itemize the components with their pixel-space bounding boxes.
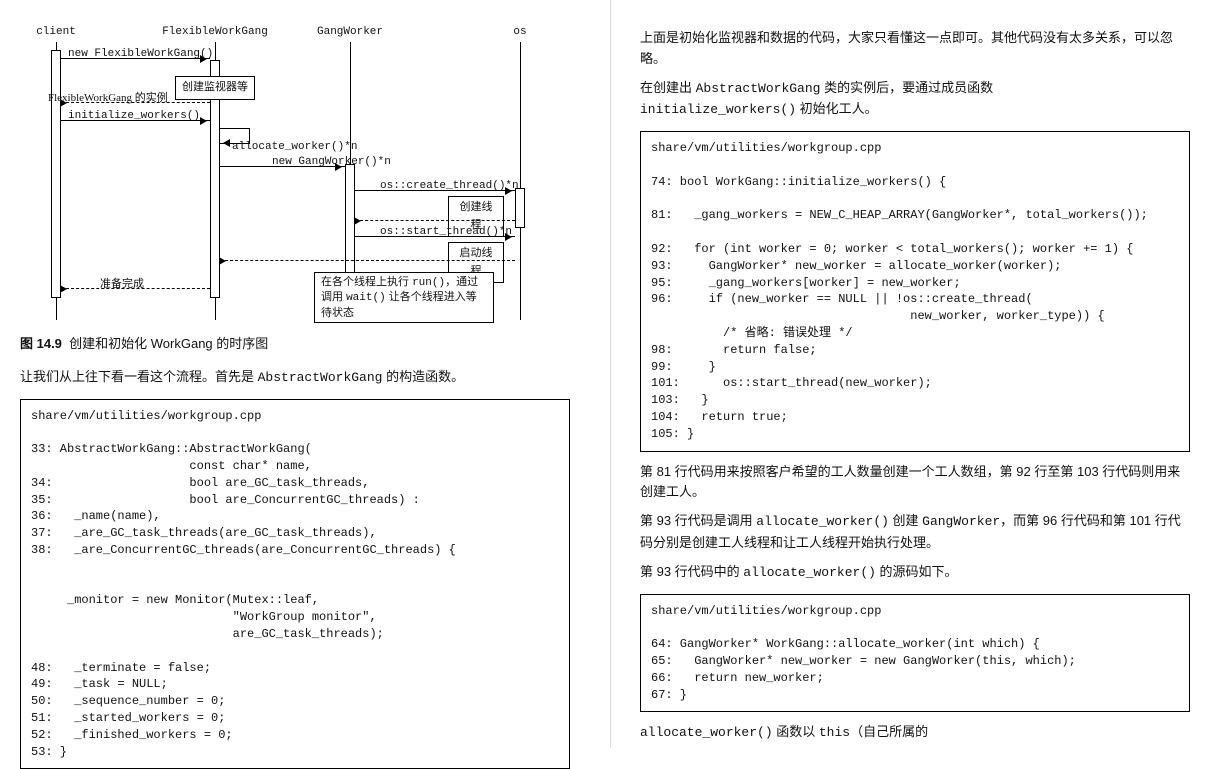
code-block-initialize-workers: share/vm/utilities/workgroup.cpp 74: boo… [640, 131, 1190, 451]
page-right: 上面是初始化监视器和数据的代码，大家只看懂这一点即可。其他代码没有太多关系，可以… [610, 0, 1220, 748]
figure-caption: 图 14.9 创建和初始化 WorkGang 的时序图 [20, 334, 570, 355]
lifeline-os [520, 42, 521, 320]
paragraph-right-3: 第 81 行代码用来按照客户希望的工人数量创建一个工人数组，第 92 行至第 1… [640, 462, 1190, 504]
text: 函数以 [773, 724, 819, 739]
note-wait: 在各个线程上执行 run()，通过调用 wait() 让各个线程进入等待状态 [314, 272, 494, 323]
code-file-path: share/vm/utilities/workgroup.cpp [31, 409, 261, 423]
msg-start-thread-return [220, 260, 515, 261]
text: 第 93 行代码中的 [640, 564, 743, 579]
code-file-path: share/vm/utilities/workgroup.cpp [651, 141, 881, 155]
msg-new-gangworker-label: new GangWorker()*n [272, 154, 391, 172]
msg-new-fwg-label: new FlexibleWorkGang() [68, 46, 213, 64]
lifeline-label-os: os [513, 24, 526, 42]
code-ref-gangworker: GangWorker [922, 514, 1000, 529]
text: 在创建出 [640, 80, 696, 95]
lifeline-label-flexibleworkgang: FlexibleWorkGang [162, 24, 268, 42]
lifeline-label-client: client [36, 24, 76, 42]
figure-title: 创建和初始化 WorkGang 的时序图 [69, 336, 268, 351]
code-ref-abstractworkgang: AbstractWorkGang [696, 81, 821, 96]
text: 初始化工人。 [796, 101, 878, 116]
activation-client [51, 50, 61, 298]
text: 的构造函数。 [382, 369, 464, 384]
code-content: 64: GangWorker* WorkGang::allocate_worke… [651, 637, 1076, 701]
text: （自己所属的 [850, 724, 928, 739]
note-wait-text-1: 在各个线程上执行 [321, 276, 412, 288]
paragraph-right-1: 上面是初始化监视器和数据的代码，大家只看懂这一点即可。其他代码没有太多关系，可以… [640, 28, 1190, 70]
note-wait-run: run() [412, 277, 445, 289]
text: 第 93 行代码是调用 [640, 513, 756, 528]
paragraph-left-1: 让我们从上往下看一看这个流程。首先是 AbstractWorkGang 的构造函… [20, 367, 570, 389]
text: 类的实例后，要通过成员函数 [820, 80, 993, 95]
sequence-diagram: client FlexibleWorkGang GangWorker os ne… [20, 24, 540, 324]
text: 让我们从上往下看一看这个流程。首先是 [20, 369, 258, 384]
code-ref-initialize-workers: initialize_workers() [640, 102, 796, 117]
code-block-abstractworkgang-ctor: share/vm/utilities/workgroup.cpp 33: Abs… [20, 399, 570, 769]
msg-ready-label: 准备完成 [100, 276, 144, 294]
paragraph-right-6: allocate_worker() 函数以 this（自己所属的 [640, 722, 1190, 744]
note-create-monitor: 创建监视器等 [175, 76, 255, 100]
page-left: client FlexibleWorkGang GangWorker os ne… [0, 0, 610, 748]
paragraph-right-5: 第 93 行代码中的 allocate_worker() 的源码如下。 [640, 562, 1190, 584]
code-ref-allocate-worker: allocate_worker() [640, 725, 773, 740]
msg-create-thread-label: os::create_thread()*n [380, 178, 519, 196]
note-wait-wait: wait() [346, 292, 386, 304]
code-content: 74: bool WorkGang::initialize_workers() … [651, 175, 1148, 441]
msg-return-instance-label: FlexibleWorkGang 的实例 [48, 90, 168, 108]
paragraph-right-2: 在创建出 AbstractWorkGang 类的实例后，要通过成员函数 init… [640, 78, 1190, 122]
figure-number: 图 14.9 [20, 336, 62, 351]
lifeline-label-gangworker: GangWorker [317, 24, 383, 42]
msg-start-thread-label: os::start_thread()*n [380, 224, 512, 242]
paragraph-right-4: 第 93 行代码是调用 allocate_worker() 创建 GangWor… [640, 511, 1190, 554]
code-content: 33: AbstractWorkGang::AbstractWorkGang( … [31, 442, 456, 758]
code-ref-allocate-worker: allocate_worker() [756, 514, 889, 529]
code-ref-this: this [819, 725, 850, 740]
text: 创建 [889, 513, 922, 528]
msg-create-thread-return [355, 220, 515, 221]
code-ref-allocate-worker: allocate_worker() [743, 565, 876, 580]
code-file-path: share/vm/utilities/workgroup.cpp [651, 604, 881, 618]
msg-init-workers-label: initialize_workers() [68, 108, 200, 126]
code-ref-abstractworkgang: AbstractWorkGang [258, 370, 383, 385]
text: 的源码如下。 [876, 564, 958, 579]
code-block-allocate-worker: share/vm/utilities/workgroup.cpp 64: Gan… [640, 594, 1190, 713]
